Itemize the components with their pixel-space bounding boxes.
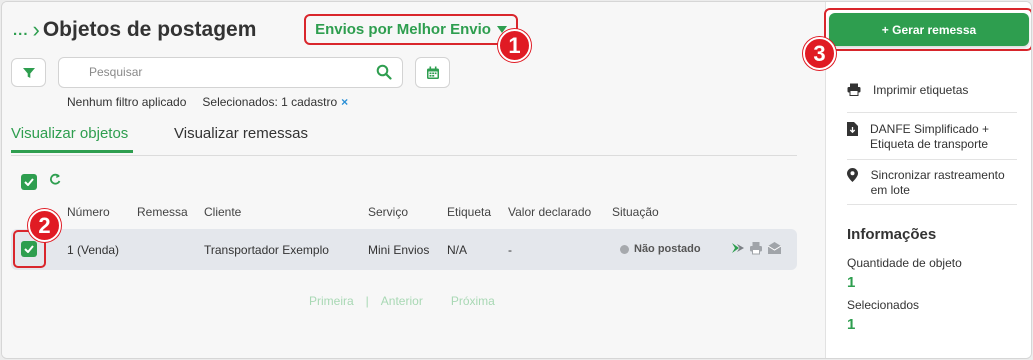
search-icon[interactable] [376, 64, 392, 80]
callout-badge-3: 3 [803, 37, 836, 70]
tab-visualizar-remessas[interactable]: Visualizar remessas [174, 125, 308, 150]
info-label-quantity: Quantidade de objeto [847, 256, 962, 270]
date-filter-button[interactable] [415, 57, 450, 88]
cell-cliente: Transportador Exemplo [204, 243, 329, 257]
filter-status-text: Nenhum filtro aplicado [67, 95, 187, 109]
view-tabs: Visualizar objetos Visualizar remessas [11, 125, 797, 156]
filter-button[interactable] [11, 58, 46, 87]
info-value-quantity: 1 [847, 274, 856, 291]
pagination-prev[interactable]: Anterior [381, 294, 423, 308]
callout-badge-2: 2 [28, 209, 61, 242]
refresh-icon[interactable] [49, 172, 61, 189]
mail-icon[interactable] [767, 241, 782, 255]
status-label: Não postado [634, 243, 701, 255]
cell-etiqueta: N/A [447, 243, 468, 257]
cell-numero: 1 (Venda) [67, 243, 120, 257]
column-header-valor-declarado[interactable]: Valor declarado [508, 205, 591, 219]
menu-item-label: DANFE Simplificado + Etiqueta de transpo… [870, 122, 990, 151]
row-checkbox[interactable] [21, 241, 37, 257]
search-field[interactable] [58, 57, 403, 88]
location-pin-icon [847, 168, 859, 182]
pagination-first[interactable]: Primeira [309, 294, 354, 308]
sidebar: + Gerar remessa Imprimir etiquetas DANFE… [824, 2, 1031, 358]
tab-visualizar-objetos[interactable]: Visualizar objetos [11, 125, 133, 153]
chevron-right-icon: › [32, 17, 40, 42]
page-title: Objetos de postagem [42, 18, 257, 41]
column-header-servico[interactable]: Serviço [368, 205, 408, 219]
main-panel: ... › Objetos de postagem Envios por Mel… [2, 2, 824, 358]
pagination: Primeira | Anterior Próxima [309, 294, 495, 308]
menu-divider [847, 112, 1017, 113]
status-dot-icon [620, 244, 629, 254]
filter-status-bar: Nenhum filtro aplicado Selecionados: 1 c… [67, 95, 348, 109]
status-badge: Não postado [620, 243, 701, 255]
cell-servico: Mini Envios [368, 243, 430, 257]
document-download-icon [847, 122, 858, 136]
printer-icon [847, 83, 861, 96]
checkmark-icon [24, 178, 34, 186]
print-label-icon[interactable] [749, 241, 763, 255]
carrier-logo-icon[interactable] [731, 241, 745, 255]
callout-badge-1: 1 [498, 29, 531, 62]
calendar-icon [426, 66, 439, 79]
provider-dropdown[interactable]: Envios por Melhor Envio [304, 14, 518, 45]
breadcrumb: ... › Objetos de postagem [13, 18, 256, 42]
row-actions [731, 241, 782, 255]
info-section-title: Informações [847, 226, 937, 243]
selection-summary: Selecionados: 1 cadastro × [202, 95, 348, 109]
menu-item-sync-tracking[interactable]: Sincronizar rastreamento em lote [847, 168, 1017, 198]
menu-item-label: Sincronizar rastreamento em lote [870, 168, 1005, 197]
selected-count-text: Selecionados: 1 cadastro [202, 95, 338, 109]
menu-divider [847, 204, 1017, 205]
column-header-remessa[interactable]: Remessa [137, 205, 188, 219]
menu-item-danfe[interactable]: DANFE Simplificado + Etiqueta de transpo… [847, 122, 1017, 152]
info-label-selected: Selecionados [847, 298, 920, 312]
menu-item-label: Imprimir etiquetas [873, 83, 969, 97]
provider-dropdown-label: Envios por Melhor Envio [315, 21, 491, 38]
app-frame: ... › Objetos de postagem Envios por Mel… [1, 1, 1032, 359]
info-value-selected: 1 [847, 316, 856, 333]
column-header-etiqueta[interactable]: Etiqueta [447, 205, 491, 219]
generate-shipment-button[interactable]: + Gerar remessa [829, 13, 1029, 46]
select-all-checkbox[interactable] [21, 174, 37, 190]
clear-selection-icon[interactable]: × [341, 95, 348, 109]
column-header-cliente[interactable]: Cliente [204, 205, 241, 219]
search-input[interactable] [89, 65, 369, 79]
pagination-separator: | [365, 294, 369, 308]
pagination-next[interactable]: Próxima [451, 294, 495, 308]
checkmark-icon [24, 245, 34, 253]
menu-item-print-labels[interactable]: Imprimir etiquetas [847, 83, 1017, 98]
menu-divider [847, 159, 1017, 160]
column-header-situacao[interactable]: Situação [612, 205, 659, 219]
cell-valor-declarado: - [508, 243, 512, 257]
breadcrumb-parent-link[interactable]: ... [13, 22, 29, 39]
filter-icon [22, 67, 35, 78]
column-header-numero[interactable]: Número [67, 205, 110, 219]
